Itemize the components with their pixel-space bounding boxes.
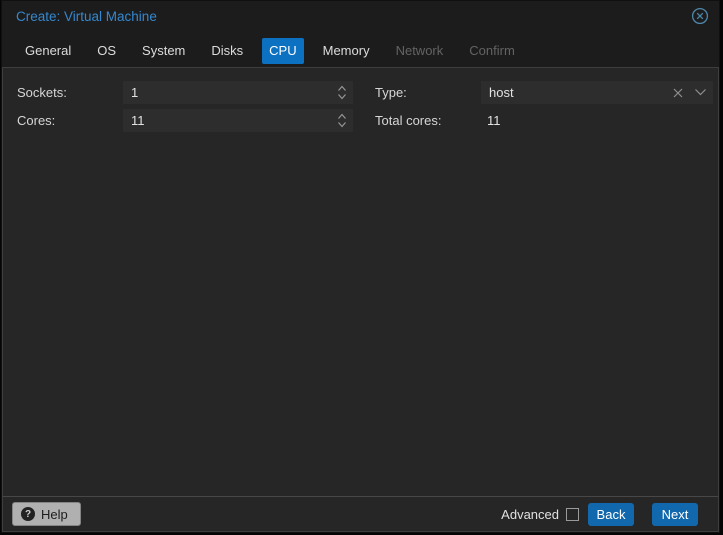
tab-general[interactable]: General: [18, 38, 78, 64]
type-value: host: [489, 85, 672, 100]
tab-cpu[interactable]: CPU: [262, 38, 303, 64]
sockets-value: 1: [131, 85, 337, 100]
footer-toolbar: ? Help Advanced Back Next: [2, 496, 719, 532]
create-vm-dialog: Create: Virtual Machine General OS Syste…: [1, 0, 720, 533]
spinner-up-down-icon[interactable]: [337, 84, 347, 101]
clear-icon[interactable]: [672, 87, 684, 99]
total-cores-label: Total cores:: [353, 113, 481, 128]
spinner-up-down-icon[interactable]: [337, 112, 347, 129]
back-button[interactable]: Back: [588, 503, 634, 526]
advanced-label: Advanced: [501, 507, 559, 522]
cores-label: Cores:: [17, 113, 123, 128]
help-button-label: Help: [41, 507, 68, 522]
cores-spinner[interactable]: 11: [123, 109, 353, 132]
advanced-checkbox[interactable]: [566, 508, 579, 521]
next-button[interactable]: Next: [652, 503, 698, 526]
type-combobox[interactable]: host: [481, 81, 713, 104]
tab-system[interactable]: System: [135, 38, 192, 64]
dropdown-chevron-icon[interactable]: [694, 88, 707, 97]
sockets-label: Sockets:: [17, 85, 123, 100]
tab-memory[interactable]: Memory: [316, 38, 377, 64]
type-label: Type:: [353, 85, 481, 100]
help-button[interactable]: ? Help: [12, 502, 81, 526]
dialog-titlebar[interactable]: Create: Virtual Machine: [2, 1, 719, 31]
tab-network: Network: [389, 38, 451, 64]
total-cores-value: 11: [481, 113, 713, 128]
screen: Create: Virtual Machine General OS Syste…: [0, 0, 723, 535]
tab-os[interactable]: OS: [90, 38, 123, 64]
cpu-panel: Sockets: 1 Type: host: [2, 67, 719, 496]
question-mark-icon: ?: [21, 507, 35, 521]
close-icon[interactable]: [691, 7, 709, 25]
tab-bar: General OS System Disks CPU Memory Netwo…: [2, 31, 719, 67]
cpu-form: Sockets: 1 Type: host: [17, 81, 718, 132]
sockets-spinner[interactable]: 1: [123, 81, 353, 104]
dialog-title: Create: Virtual Machine: [16, 9, 157, 24]
cores-value: 11: [131, 113, 337, 128]
tab-confirm: Confirm: [462, 38, 522, 64]
tab-disks[interactable]: Disks: [204, 38, 250, 64]
